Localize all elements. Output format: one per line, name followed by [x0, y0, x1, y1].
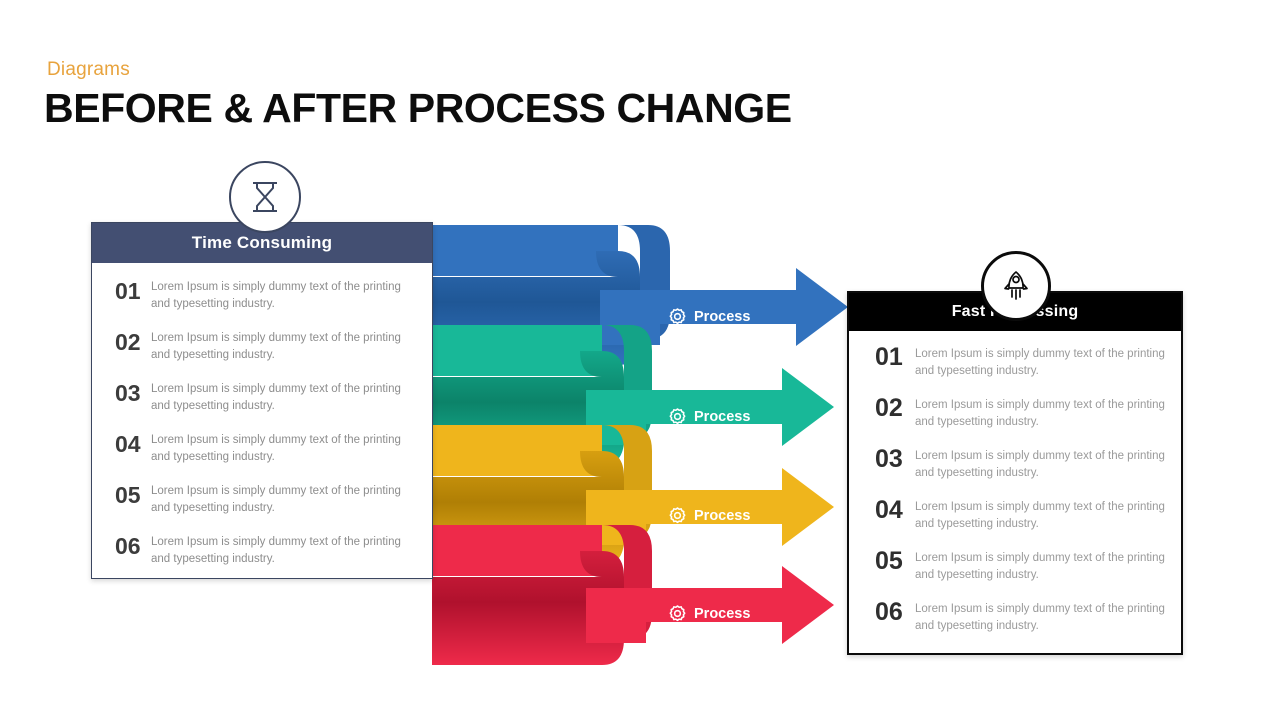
list-item[interactable]: 01 Lorem Ipsum is simply dummy text of t…	[849, 342, 1181, 393]
item-number: 03	[115, 380, 141, 406]
process-label-2[interactable]: Process	[668, 407, 750, 426]
process-label-1[interactable]: Process	[668, 307, 750, 326]
item-text: Lorem Ipsum is simply dummy text of the …	[151, 281, 401, 310]
after-panel: Fast Processing 01 Lorem Ipsum is simply…	[847, 291, 1183, 655]
item-number: 01	[875, 343, 903, 371]
item-text: Lorem Ipsum is simply dummy text of the …	[915, 450, 1165, 479]
after-item-list: 01 Lorem Ipsum is simply dummy text of t…	[849, 331, 1181, 648]
process-label-text: Process	[694, 605, 751, 622]
list-item[interactable]: 05 Lorem Ipsum is simply dummy text of t…	[849, 546, 1181, 597]
item-number: 06	[115, 533, 141, 559]
gear-icon	[669, 308, 686, 325]
item-text: Lorem Ipsum is simply dummy text of the …	[915, 348, 1165, 377]
process-label-4[interactable]: Process	[668, 604, 750, 623]
gear-icon	[669, 605, 686, 622]
item-number: 05	[875, 547, 903, 575]
item-text: Lorem Ipsum is simply dummy text of the …	[151, 536, 401, 565]
before-panel: Time Consuming 01 Lorem Ipsum is simply …	[91, 222, 433, 579]
list-item[interactable]: 02 Lorem Ipsum is simply dummy text of t…	[92, 328, 432, 379]
item-text: Lorem Ipsum is simply dummy text of the …	[915, 399, 1165, 428]
list-item[interactable]: 04 Lorem Ipsum is simply dummy text of t…	[849, 495, 1181, 546]
list-item[interactable]: 05 Lorem Ipsum is simply dummy text of t…	[92, 481, 432, 532]
ribbon-3	[432, 425, 834, 565]
before-panel-title: Time Consuming	[191, 233, 333, 252]
item-number: 06	[875, 598, 903, 626]
list-item[interactable]: 04 Lorem Ipsum is simply dummy text of t…	[92, 430, 432, 481]
item-number: 03	[875, 445, 903, 473]
rocket-badge	[981, 251, 1051, 321]
item-text: Lorem Ipsum is simply dummy text of the …	[151, 485, 401, 514]
gear-icon	[669, 507, 686, 524]
item-number: 04	[875, 496, 903, 524]
ribbon-1	[432, 225, 848, 365]
kicker-label: Diagrams	[47, 59, 130, 80]
list-item[interactable]: 06 Lorem Ipsum is simply dummy text of t…	[92, 532, 432, 583]
item-text: Lorem Ipsum is simply dummy text of the …	[915, 603, 1165, 632]
item-number: 04	[115, 431, 141, 457]
item-text: Lorem Ipsum is simply dummy text of the …	[915, 501, 1165, 530]
before-item-list: 01 Lorem Ipsum is simply dummy text of t…	[92, 263, 432, 583]
item-text: Lorem Ipsum is simply dummy text of the …	[151, 434, 401, 463]
item-number: 05	[115, 482, 141, 508]
page-title: BEFORE & AFTER PROCESS CHANGE	[44, 85, 792, 131]
process-label-3[interactable]: Process	[668, 506, 750, 525]
list-item[interactable]: 03 Lorem Ipsum is simply dummy text of t…	[849, 444, 1181, 495]
ribbon-4	[432, 525, 834, 665]
item-number: 02	[875, 394, 903, 422]
item-text: Lorem Ipsum is simply dummy text of the …	[151, 332, 401, 361]
hourglass-badge	[229, 161, 301, 233]
gear-icon	[669, 408, 686, 425]
item-number: 02	[115, 329, 141, 355]
list-item[interactable]: 03 Lorem Ipsum is simply dummy text of t…	[92, 379, 432, 430]
process-label-text: Process	[694, 308, 751, 325]
item-text: Lorem Ipsum is simply dummy text of the …	[915, 552, 1165, 581]
list-item[interactable]: 01 Lorem Ipsum is simply dummy text of t…	[92, 277, 432, 328]
list-item[interactable]: 02 Lorem Ipsum is simply dummy text of t…	[849, 393, 1181, 444]
rocket-icon	[1004, 271, 1028, 300]
list-item[interactable]: 06 Lorem Ipsum is simply dummy text of t…	[849, 597, 1181, 648]
process-label-text: Process	[694, 408, 751, 425]
hourglass-icon	[253, 182, 277, 212]
item-text: Lorem Ipsum is simply dummy text of the …	[151, 383, 401, 412]
process-label-text: Process	[694, 507, 751, 524]
item-number: 01	[115, 278, 141, 304]
ribbon-2	[432, 325, 834, 465]
